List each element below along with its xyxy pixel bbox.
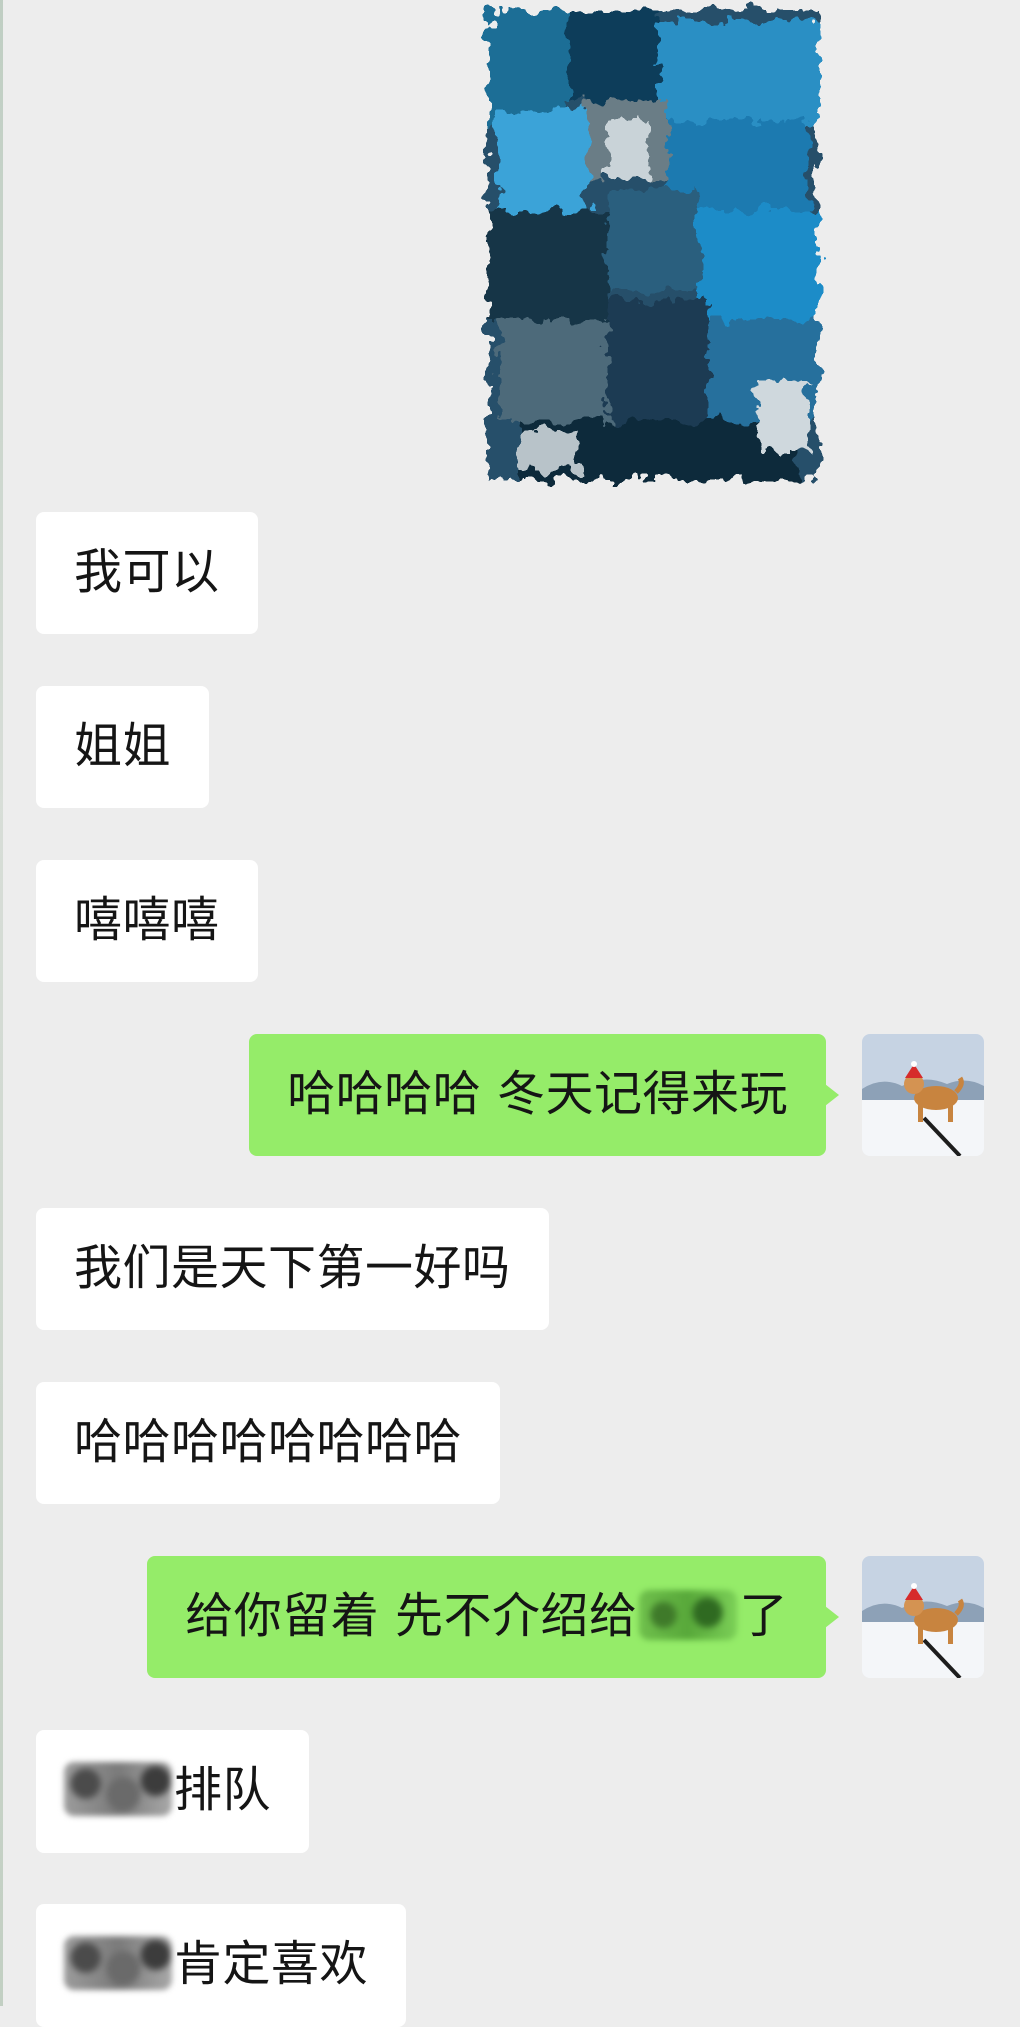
message-text: 姐姐 bbox=[74, 718, 172, 774]
redacted-name-blur bbox=[64, 1762, 172, 1816]
redacted-name-blur bbox=[639, 1590, 738, 1640]
own-avatar[interactable] bbox=[862, 1556, 984, 1678]
message-bubble-incoming[interactable]: 嘻嘻嘻 bbox=[36, 860, 258, 982]
message-bubble-incoming[interactable]: 我可以 bbox=[36, 512, 258, 634]
message-bubble-incoming[interactable]: 排队 bbox=[36, 1730, 310, 1853]
message-text: 哈哈哈哈哈哈哈哈 bbox=[74, 1414, 463, 1470]
message-text: 我可以 bbox=[74, 544, 220, 600]
message-bubble-incoming[interactable]: 我们是天下第一好吗 bbox=[36, 1208, 549, 1330]
pixelated-image-icon bbox=[488, 10, 818, 480]
image-message-pixelated[interactable] bbox=[458, 0, 858, 500]
message-bubble-outgoing[interactable]: 哈哈哈哈 冬天记得来玩 bbox=[249, 1034, 839, 1156]
message-text: 哈哈哈哈 冬天记得来玩 bbox=[287, 1066, 788, 1122]
message-text: 排队 bbox=[174, 1762, 272, 1818]
shiba-dog-snow-avatar-icon bbox=[862, 1556, 984, 1678]
left-edge-strip bbox=[0, 0, 3, 2006]
message-bubble-incoming[interactable]: 姐姐 bbox=[36, 686, 210, 808]
message-text-after: 了 bbox=[739, 1588, 788, 1644]
message-text-before: 给你留着 先不介绍给 bbox=[185, 1588, 638, 1644]
message-bubble-incoming[interactable]: 肯定喜欢 bbox=[36, 1904, 407, 2027]
chat-window: 我可以 姐姐 嘻嘻嘻 哈哈哈哈 冬天记得来玩 我们是天下第一好吗 哈哈哈哈哈哈哈… bbox=[0, 0, 1020, 2027]
message-text: 肯定喜欢 bbox=[174, 1936, 369, 1992]
message-bubble-outgoing[interactable]: 给你留着 先不介绍给 了 bbox=[147, 1556, 839, 1678]
message-text: 我们是天下第一好吗 bbox=[74, 1240, 511, 1296]
redacted-name-blur bbox=[64, 1936, 172, 1990]
own-avatar[interactable] bbox=[862, 1034, 984, 1156]
shiba-dog-snow-avatar-icon bbox=[862, 1034, 984, 1156]
message-bubble-incoming[interactable]: 哈哈哈哈哈哈哈哈 bbox=[36, 1382, 501, 1504]
message-text: 嘻嘻嘻 bbox=[74, 892, 220, 948]
